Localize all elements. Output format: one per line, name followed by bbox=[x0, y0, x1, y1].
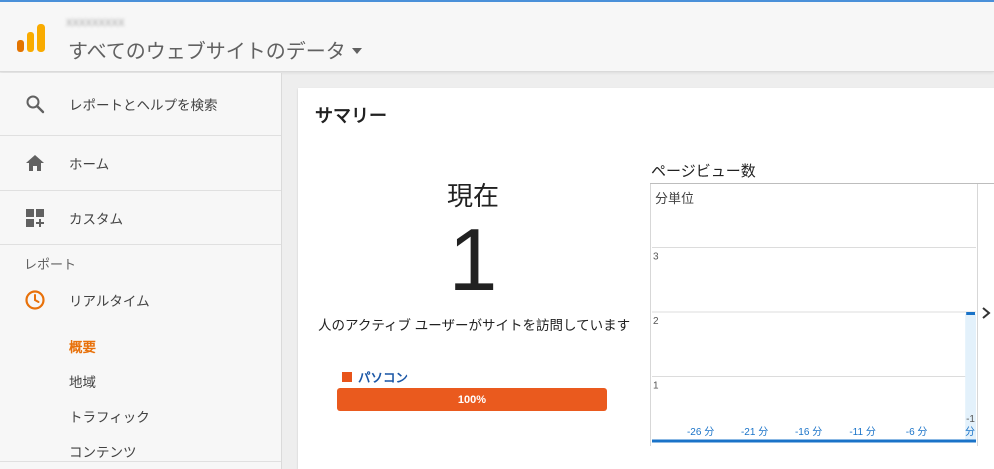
sidebar-search[interactable]: レポートとヘルプを検索 bbox=[0, 73, 281, 135]
view-selector-label: すべてのウェブサイトのデータ bbox=[68, 41, 346, 63]
sidebar-item-realtime[interactable]: リアルタイム bbox=[0, 285, 281, 315]
x-tick-label: -21 分 bbox=[741, 426, 768, 438]
chevron-right-icon[interactable] bbox=[978, 302, 994, 324]
sidebar-item-custom[interactable]: カスタム bbox=[0, 191, 281, 244]
sidebar-subitem-content[interactable]: コンテンツ bbox=[69, 441, 137, 461]
sidebar-subitem-locations[interactable]: 地域 bbox=[69, 371, 96, 391]
sidebar-item-label: リアルタイム bbox=[69, 294, 150, 309]
sidebar-item-label: カスタム bbox=[69, 211, 123, 227]
search-label: レポートとヘルプを検索 bbox=[69, 98, 218, 113]
sidebar-subitem-overview[interactable]: 概要 bbox=[69, 336, 96, 356]
dashboard-add-icon bbox=[24, 207, 46, 229]
home-icon bbox=[24, 152, 46, 174]
y-tick-label: 2 bbox=[653, 316, 659, 327]
caret-down-icon bbox=[351, 48, 362, 54]
analytics-logo-icon[interactable] bbox=[17, 24, 45, 52]
sidebar-item-home[interactable]: ホーム bbox=[0, 136, 281, 190]
summary-card: サマリー 現在 1 人のアクティブ ユーザーがサイトを訪問しています パソコン … bbox=[298, 88, 994, 469]
device-name[interactable]: パソコン bbox=[358, 367, 408, 386]
device-legend: パソコン bbox=[342, 367, 408, 386]
device-share-bar: 100% bbox=[337, 388, 607, 411]
sidebar-item-label: ホーム bbox=[69, 157, 110, 172]
pageviews-chart: 123-26 分 -21 分 -16 分 -11 分 -6 分-1 分 bbox=[652, 247, 976, 443]
sidebar-subitem-traffic[interactable]: トラフィック bbox=[69, 406, 150, 426]
account-name: xxxxxxxxx bbox=[66, 14, 125, 29]
device-share-label: 100% bbox=[457, 393, 487, 406]
x-tick-label: -11 分 bbox=[849, 426, 876, 438]
y-tick-label: 1 bbox=[653, 381, 659, 392]
active-users-text: 人のアクティブ ユーザーがサイトを訪問しています bbox=[318, 318, 631, 333]
page-title: サマリー bbox=[315, 106, 387, 126]
search-icon bbox=[24, 93, 46, 115]
legend-swatch bbox=[342, 371, 352, 382]
y-tick-label: 3 bbox=[653, 252, 659, 263]
divider bbox=[0, 461, 281, 462]
divider bbox=[0, 244, 281, 245]
reports-heading: レポート bbox=[24, 257, 77, 272]
x-tick-label: -6 分 bbox=[906, 426, 928, 438]
active-user-count: 1 bbox=[448, 210, 498, 309]
app-header: xxxxxxxxx すべてのウェブサイトのデータ bbox=[0, 0, 994, 72]
chart-bar[interactable] bbox=[966, 312, 975, 315]
sidebar-nav: レポートとヘルプを検索 ホーム カスタム レポート リアルタイム 概要 地域 ト… bbox=[0, 73, 282, 469]
clock-icon bbox=[24, 289, 46, 311]
x-tick-label: -16 分 bbox=[795, 426, 822, 438]
now-label: 現在 bbox=[446, 181, 499, 211]
chart-title: ページビュー数 bbox=[651, 163, 756, 180]
x-tick-label: -26 分 bbox=[687, 426, 714, 438]
view-selector[interactable]: すべてのウェブサイトのデータ bbox=[68, 35, 362, 64]
